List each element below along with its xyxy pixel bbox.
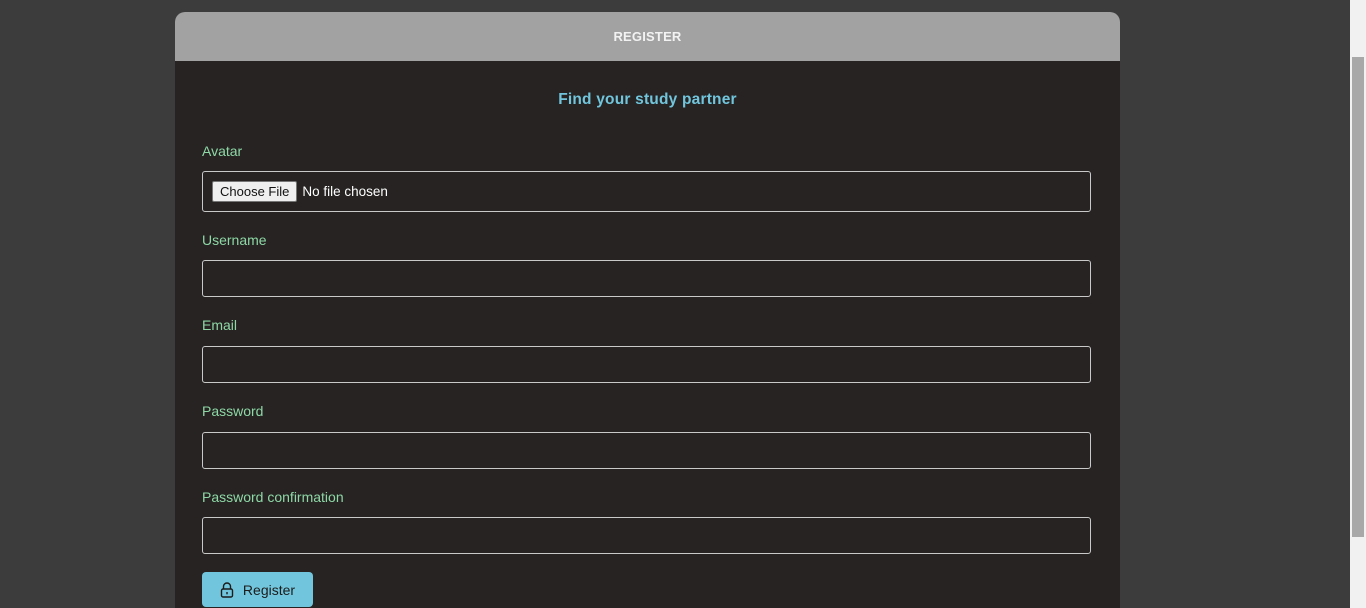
avatar-label: Avatar — [202, 143, 243, 159]
file-status-text: No file chosen — [302, 184, 388, 199]
avatar-file-field[interactable]: Choose File No file chosen — [202, 171, 1091, 212]
register-card: REGISTER Find your study partner Avatar … — [175, 12, 1120, 608]
scrollbar-thumb[interactable] — [1352, 57, 1364, 537]
password-input[interactable] — [202, 432, 1091, 469]
register-button-label: Register — [242, 581, 296, 598]
password-label: Password — [202, 403, 264, 419]
password-confirmation-label: Password confirmation — [202, 489, 344, 505]
page: REGISTER Find your study partner Avatar … — [0, 0, 1366, 608]
card-header: REGISTER — [175, 12, 1120, 61]
choose-file-button[interactable]: Choose File — [212, 181, 298, 202]
email-label: Email — [202, 317, 238, 333]
card-header-title: REGISTER — [613, 29, 682, 44]
lock-icon — [220, 581, 234, 598]
password-confirmation-input[interactable] — [202, 517, 1091, 554]
page-subtitle: Find your study partner — [558, 91, 737, 108]
register-button[interactable]: Register — [202, 572, 313, 607]
username-input[interactable] — [202, 260, 1091, 297]
email-input[interactable] — [202, 346, 1091, 383]
vertical-scrollbar[interactable] — [1350, 0, 1366, 608]
username-label: Username — [202, 232, 267, 248]
